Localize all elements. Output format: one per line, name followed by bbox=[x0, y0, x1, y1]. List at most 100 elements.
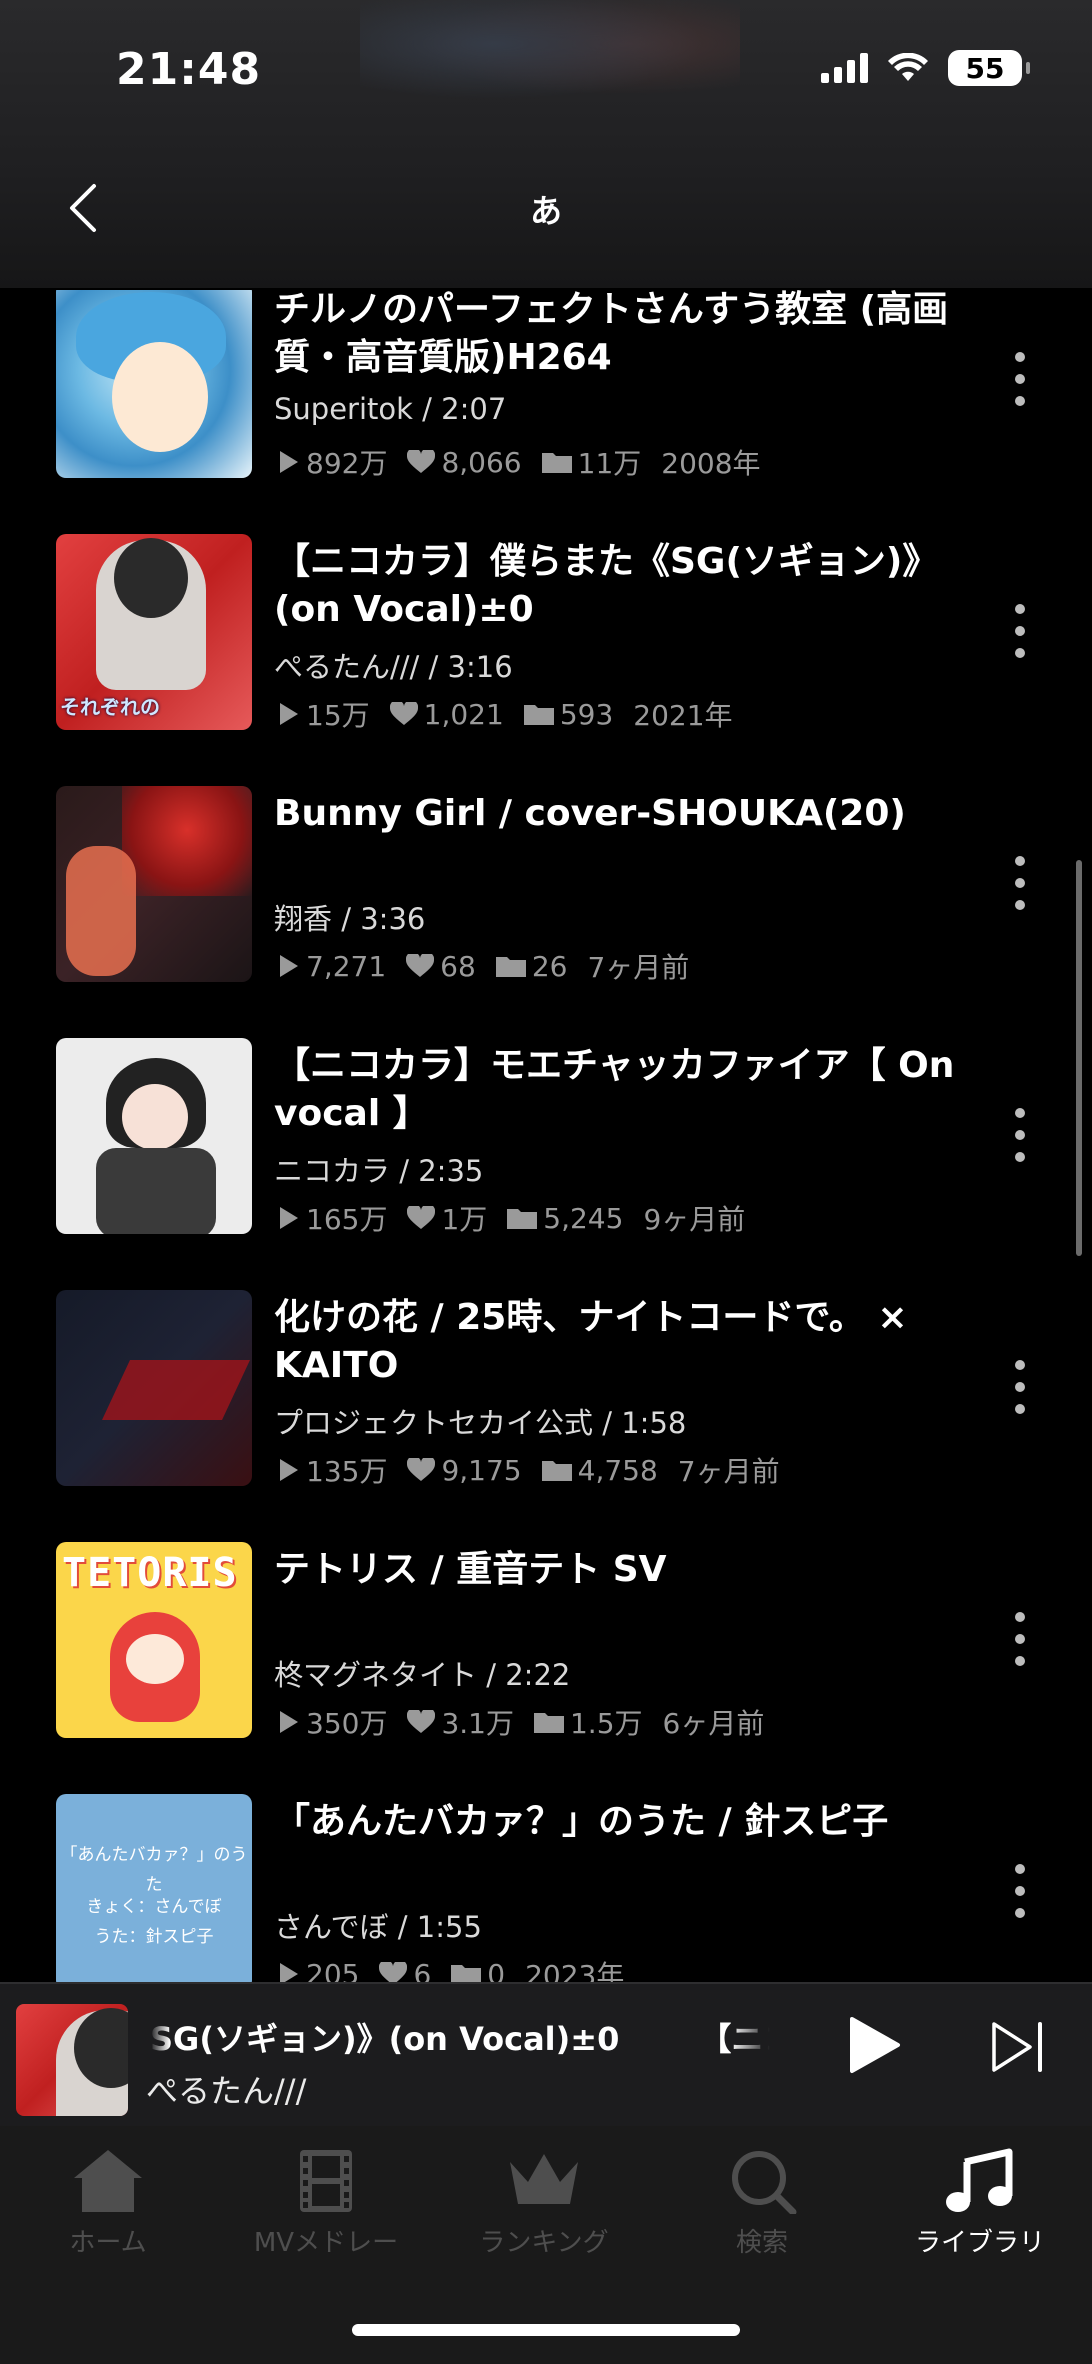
home-indicator bbox=[352, 2324, 740, 2336]
play-count-icon bbox=[280, 451, 298, 473]
video-duration: 3:36 bbox=[360, 902, 426, 936]
more-options-button[interactable] bbox=[1000, 1352, 1040, 1422]
video-stats: 350万 3.1万 1.5万 6ヶ月前 bbox=[278, 1702, 764, 1742]
wifi-icon bbox=[888, 53, 928, 81]
heart-icon bbox=[379, 1962, 408, 1982]
uploader-name: 翔香 bbox=[274, 902, 333, 936]
home-icon bbox=[74, 2150, 142, 2212]
tab-ranking[interactable]: ランキング bbox=[444, 2148, 644, 2259]
posted-date: 2021年 bbox=[633, 699, 733, 732]
view-count: 205 bbox=[306, 1957, 360, 1983]
video-list-item[interactable]: チルノのパーフェクトさんすう教室 (高画質・高音質版)H264 Superito… bbox=[0, 290, 1092, 534]
video-title: 【ニコカラ】モエチャッカファイア【 On vocal 】 bbox=[274, 1045, 955, 1134]
video-thumbnail[interactable]: 「あんたバカァ？」のうた きょく：さんでぼ うた：針スピ子 bbox=[56, 1794, 252, 1982]
status-icons: 55 bbox=[821, 50, 1030, 86]
mylist-count: 26 bbox=[531, 949, 568, 983]
play-count-icon bbox=[280, 1207, 298, 1229]
folder-icon bbox=[495, 957, 526, 977]
mylist-count: 593 bbox=[559, 697, 614, 731]
tab-search[interactable]: 検索 bbox=[662, 2148, 862, 2259]
posted-date: 7ヶ月前 bbox=[677, 1455, 780, 1488]
video-duration: 1:55 bbox=[416, 1910, 482, 1944]
video-list[interactable]: チルノのパーフェクトさんすう教室 (高画質・高音質版)H264 Superito… bbox=[0, 290, 1092, 1982]
video-thumbnail[interactable]: TETORIS bbox=[56, 1542, 252, 1738]
more-options-button[interactable] bbox=[1000, 1856, 1040, 1926]
page-title: あ bbox=[529, 192, 562, 230]
view-count: 135万 bbox=[306, 1455, 388, 1488]
video-duration: 2:22 bbox=[505, 1658, 571, 1692]
like-count: 9,175 bbox=[441, 1453, 522, 1487]
tab-library[interactable]: ライブラリ bbox=[880, 2148, 1080, 2259]
posted-date: 7ヶ月前 bbox=[587, 951, 690, 984]
video-stats: 135万 9,175 4,758 7ヶ月前 bbox=[278, 1450, 780, 1490]
view-count: 892万 bbox=[306, 447, 388, 480]
video-thumbnail[interactable] bbox=[56, 786, 252, 982]
more-options-button[interactable] bbox=[1000, 596, 1040, 666]
mini-player[interactable]: SG(ソギョン)》(on Vocal)±0 【ニコ ぺるたん/// bbox=[0, 1982, 1092, 2126]
posted-date: 2023年 bbox=[525, 1959, 625, 1982]
more-options-button[interactable] bbox=[1000, 344, 1040, 414]
music-note-icon bbox=[946, 2148, 1013, 2212]
tab-label: ランキング bbox=[479, 2228, 609, 2258]
posted-date: 6ヶ月前 bbox=[662, 1707, 765, 1740]
view-count: 15万 bbox=[306, 699, 370, 732]
video-thumbnail[interactable]: それぞれの bbox=[56, 534, 252, 730]
battery-icon: 55 bbox=[948, 50, 1030, 86]
play-count-icon bbox=[280, 1711, 298, 1733]
video-title: テトリス / 重音テト SV bbox=[274, 1549, 667, 1590]
video-meta: ぺるたん/// / 3:16 bbox=[274, 650, 513, 684]
like-count: 1万 bbox=[441, 1203, 488, 1236]
play-icon[interactable] bbox=[848, 2016, 902, 2074]
like-count: 1,021 bbox=[423, 697, 504, 731]
play-count-icon bbox=[280, 703, 298, 725]
video-meta: さんでぼ / 1:55 bbox=[274, 1910, 482, 1944]
video-thumbnail[interactable] bbox=[56, 1290, 252, 1486]
video-thumbnail[interactable] bbox=[56, 1038, 252, 1234]
thumbnail-logo: TETORIS bbox=[62, 1550, 238, 1596]
heart-icon bbox=[406, 954, 435, 977]
skip-next-icon[interactable] bbox=[990, 2020, 1046, 2074]
video-stats: 15万 1,021 593 2021年 bbox=[278, 694, 733, 734]
more-options-button[interactable] bbox=[1000, 1100, 1040, 1170]
video-meta: プロジェクトセカイ公式 / 1:58 bbox=[274, 1406, 687, 1440]
video-meta: 柊マグネタイト / 2:22 bbox=[274, 1658, 571, 1692]
mylist-count: 1.5万 bbox=[569, 1707, 643, 1740]
view-count: 7,271 bbox=[306, 949, 387, 983]
now-playing-artist: ぺるたん/// bbox=[146, 2072, 307, 2110]
mylist-count: 0 bbox=[487, 1957, 506, 1983]
video-title: 【ニコカラ】僕らまた《SG(ソギョン)》(on Vocal)±0 bbox=[274, 541, 939, 630]
film-icon bbox=[300, 2150, 352, 2212]
now-playing-thumbnail[interactable] bbox=[16, 2004, 128, 2116]
video-stats: 165万 1万 5,245 9ヶ月前 bbox=[278, 1198, 745, 1238]
heart-icon bbox=[389, 702, 418, 725]
tab-home[interactable]: ホーム bbox=[8, 2148, 208, 2259]
uploader-name: さんでぼ bbox=[274, 1910, 389, 1944]
scrollbar[interactable] bbox=[1076, 860, 1082, 1256]
like-count: 3.1万 bbox=[441, 1707, 514, 1740]
view-count: 350万 bbox=[306, 1707, 388, 1740]
thumbnail-caption: それぞれの bbox=[60, 695, 160, 719]
mylist-count: 5,245 bbox=[543, 1201, 624, 1235]
heart-icon bbox=[407, 1710, 436, 1733]
view-count: 165万 bbox=[306, 1203, 388, 1236]
video-list-item[interactable]: Bunny Girl / cover-SHOUKA(20) 翔香 / 3:36 … bbox=[0, 786, 1092, 1038]
video-list-item[interactable]: 「あんたバカァ？」のうた きょく：さんでぼ うた：針スピ子 「あんたバカァ？」の… bbox=[0, 1794, 1092, 1982]
video-thumbnail[interactable] bbox=[56, 290, 252, 478]
video-title: チルノのパーフェクトさんすう教室 (高画質・高音質版)H264 bbox=[274, 290, 949, 378]
video-list-item[interactable]: 化けの花 / 25時、ナイトコードで。 × KAITO プロジェクトセカイ公式 … bbox=[0, 1290, 1092, 1542]
tab-label: 検索 bbox=[735, 2228, 788, 2258]
thumbnail-text: うた：針スピ子 bbox=[94, 1927, 214, 1947]
video-list-item[interactable]: それぞれの 【ニコカラ】僕らまた《SG(ソギョン)》(on Vocal)±0 ぺ… bbox=[0, 534, 1092, 786]
folder-icon bbox=[523, 705, 554, 725]
play-count-icon bbox=[280, 955, 298, 977]
video-stats: 892万 8,066 11万 2008年 bbox=[278, 442, 761, 482]
uploader-name: ぺるたん/// bbox=[274, 650, 420, 684]
folder-icon bbox=[507, 1209, 538, 1229]
battery-level: 55 bbox=[965, 51, 1005, 85]
tab-mv-medley[interactable]: MVメドレー bbox=[226, 2148, 426, 2259]
more-options-button[interactable] bbox=[1000, 848, 1040, 918]
more-options-button[interactable] bbox=[1000, 1604, 1040, 1674]
heart-icon bbox=[407, 1206, 436, 1229]
video-list-item[interactable]: 【ニコカラ】モエチャッカファイア【 On vocal 】 ニコカラ / 2:35… bbox=[0, 1038, 1092, 1290]
video-list-item[interactable]: TETORIS テトリス / 重音テト SV 柊マグネタイト / 2:22 35… bbox=[0, 1542, 1092, 1794]
